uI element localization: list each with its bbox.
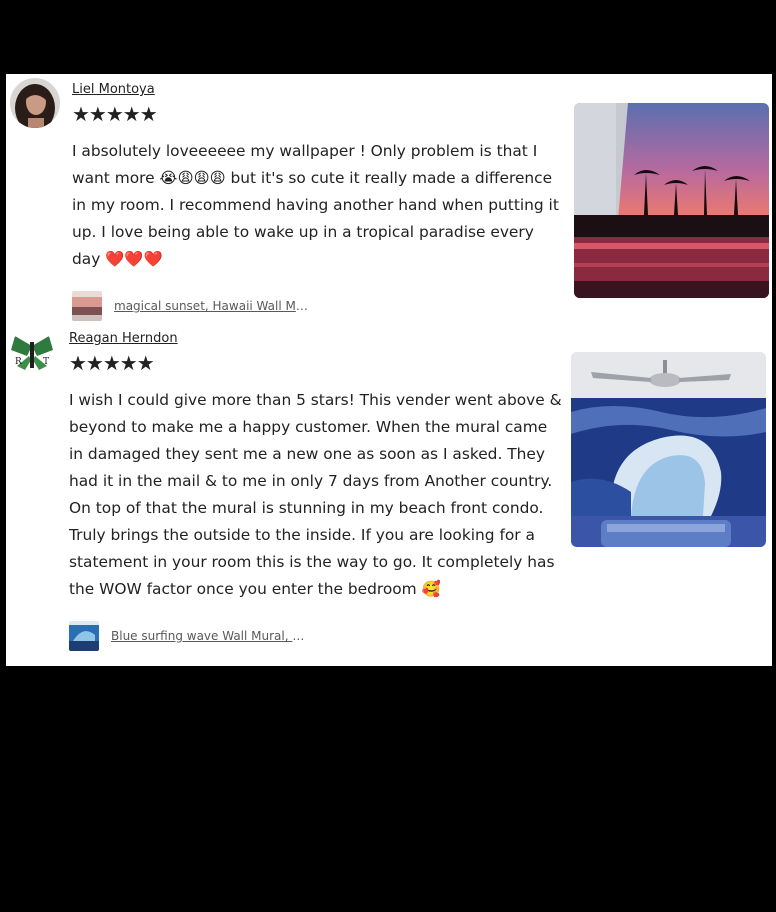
- review-photo[interactable]: [574, 103, 769, 298]
- product-name[interactable]: magical sunset, Hawaii Wall Mural, Self-…: [114, 299, 312, 313]
- product-link[interactable]: Blue surfing wave Wall Mural, Self-Adhes…: [69, 621, 309, 651]
- star-rating: ★★★★★: [72, 102, 158, 126]
- panel-edge: [0, 652, 6, 666]
- review-photo[interactable]: [571, 352, 766, 547]
- reviewer-avatar[interactable]: R T: [7, 330, 57, 380]
- review-body: I wish I could give more than 5 stars! T…: [69, 391, 562, 598]
- reviewer-name[interactable]: Reagan Herndon: [69, 331, 178, 346]
- reviewer-avatar[interactable]: [10, 78, 60, 128]
- product-link[interactable]: magical sunset, Hawaii Wall Mural, Self-…: [72, 291, 312, 321]
- product-name[interactable]: Blue surfing wave Wall Mural, Self-Adhes…: [111, 629, 309, 643]
- reviews-panel: Liel Montoya ★★★★★ I absolutely loveeeee…: [6, 74, 772, 666]
- svg-text:T: T: [43, 357, 49, 367]
- reviewer-name[interactable]: Liel Montoya: [72, 82, 155, 97]
- product-thumbnail[interactable]: [72, 291, 102, 321]
- svg-text:R: R: [15, 357, 22, 367]
- star-rating: ★★★★★: [69, 351, 155, 375]
- product-thumbnail[interactable]: [69, 621, 99, 651]
- review-text: I absolutely loveeeeee my wallpaper ! On…: [72, 138, 562, 273]
- smiling-face-emoji: 🥰: [421, 580, 441, 598]
- heart-emojis: ❤️❤️❤️: [105, 250, 163, 268]
- review-text: I wish I could give more than 5 stars! T…: [69, 387, 565, 603]
